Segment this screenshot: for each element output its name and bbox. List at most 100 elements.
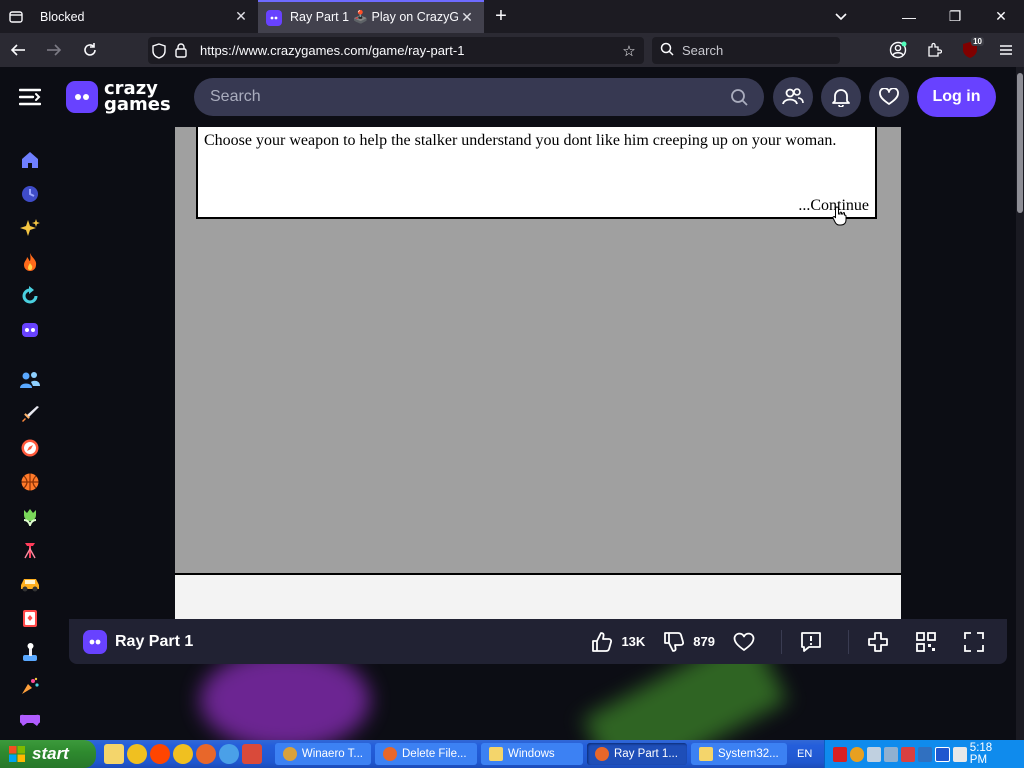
window-controls: — ❐ ✕ xyxy=(886,0,1024,33)
forward-button[interactable] xyxy=(36,33,72,67)
minimize-icon[interactable]: — xyxy=(886,0,932,33)
thumbs-up-icon xyxy=(592,631,613,652)
dislike-button[interactable]: 879 xyxy=(663,631,715,653)
extensions-icon[interactable] xyxy=(916,33,952,67)
account-icon[interactable] xyxy=(880,33,916,67)
sidebar-item-bike[interactable] xyxy=(18,538,42,562)
back-button[interactable] xyxy=(0,33,36,67)
friends-button[interactable] xyxy=(773,77,813,117)
display-icon[interactable] xyxy=(935,746,950,762)
network-icon[interactable] xyxy=(867,746,882,762)
sidebar-toggle-button[interactable] xyxy=(0,87,60,107)
sidebar-item-clicker[interactable] xyxy=(18,640,42,664)
clock[interactable]: 5:18 PM xyxy=(970,742,1010,766)
sidebar-item-recent[interactable] xyxy=(18,182,42,206)
browser-search-field[interactable]: Search xyxy=(652,37,840,64)
toolbar-right: 10 xyxy=(880,33,1024,67)
app-icon[interactable] xyxy=(242,744,262,764)
bookmark-star-icon[interactable]: ☆ xyxy=(614,42,644,60)
sidebar-item-trending[interactable] xyxy=(18,250,42,274)
reload-button[interactable] xyxy=(72,33,108,67)
recent-icon xyxy=(22,186,38,202)
tab-list-icon xyxy=(9,10,23,23)
ublock-icon[interactable]: 10 xyxy=(952,33,988,67)
sidebar-item-card[interactable] xyxy=(18,606,42,630)
sidebar-item-home[interactable] xyxy=(18,148,42,172)
close-tab-icon[interactable]: ✕ xyxy=(458,9,476,26)
sidebar-item-originals[interactable] xyxy=(18,318,42,342)
card-icon xyxy=(23,610,37,627)
divider xyxy=(781,629,782,654)
report-button[interactable] xyxy=(800,631,830,653)
fullscreen-button[interactable] xyxy=(963,631,993,653)
sidebar-item-updated[interactable] xyxy=(18,284,42,308)
app-icon[interactable] xyxy=(901,746,916,762)
search-icon[interactable] xyxy=(850,746,865,762)
sidebar-item-basketball[interactable] xyxy=(18,470,42,494)
lock-icon[interactable] xyxy=(170,43,192,58)
search-icon[interactable] xyxy=(730,88,748,106)
notifications-button[interactable] xyxy=(821,77,861,117)
taskbar-item-system32[interactable]: System32... xyxy=(691,743,787,765)
scrollbar-thumb[interactable] xyxy=(1017,73,1023,213)
page-scrollbar[interactable] xyxy=(1016,67,1024,740)
tab-ray-part-1[interactable]: Ray Part 1 🕹️ Play on CrazyGames ✕ xyxy=(258,0,484,33)
firefox-icon[interactable] xyxy=(196,744,216,764)
taskbar-item-ray-part-1[interactable]: Ray Part 1... xyxy=(587,743,687,765)
url-bar[interactable]: https://www.crazygames.com/game/ray-part… xyxy=(148,37,644,64)
sidebar-item-beauty[interactable] xyxy=(18,504,42,528)
sidebar-item-multiplayer[interactable] xyxy=(18,368,42,392)
language-indicator[interactable]: EN xyxy=(797,748,812,760)
new-tab-button[interactable]: + xyxy=(484,0,518,33)
favorite-game-button[interactable] xyxy=(733,632,763,652)
browser-icon[interactable] xyxy=(219,744,239,764)
sidebar-item-controller[interactable] xyxy=(18,708,42,732)
controls-button[interactable] xyxy=(867,631,897,653)
beauty-tulip-icon xyxy=(23,509,37,526)
close-window-icon[interactable]: ✕ xyxy=(978,0,1024,33)
sidebar-item-action[interactable] xyxy=(18,402,42,426)
chevron-down-icon[interactable] xyxy=(828,0,854,33)
tab-blocked[interactable]: Blocked ✕ xyxy=(32,0,258,33)
security-shield-icon[interactable] xyxy=(833,746,848,762)
qr-code-button[interactable] xyxy=(915,631,945,653)
app-icon[interactable] xyxy=(173,744,193,764)
game-title: Ray Part 1 xyxy=(115,632,194,650)
volume-icon[interactable] xyxy=(952,746,967,762)
task-label: Windows xyxy=(508,748,555,760)
folder-icon xyxy=(699,747,713,761)
app-icon[interactable] xyxy=(127,744,147,764)
car-icon xyxy=(21,579,39,592)
favorites-button[interactable] xyxy=(869,77,909,117)
restore-icon[interactable]: ❐ xyxy=(932,0,978,33)
start-button[interactable]: start xyxy=(0,740,96,768)
login-button[interactable]: Log in xyxy=(917,77,996,117)
url-text[interactable]: https://www.crazygames.com/game/ray-part… xyxy=(200,43,614,58)
menu-icon[interactable] xyxy=(988,33,1024,67)
sidebar-item-adventure[interactable] xyxy=(18,436,42,460)
bike-icon xyxy=(24,543,36,559)
sidebar-item-casual[interactable] xyxy=(18,674,42,698)
site-search-input[interactable]: Search xyxy=(194,78,764,116)
like-count: 13K xyxy=(621,634,646,649)
like-button[interactable]: 13K xyxy=(591,631,645,653)
taskbar-item-delete-file[interactable]: Delete File... xyxy=(375,743,477,765)
explorer-icon[interactable] xyxy=(104,744,124,764)
game-canvas[interactable]: Choose your weapon to help the stalker u… xyxy=(175,127,901,619)
tool-icon[interactable] xyxy=(884,746,899,762)
taskbar-item-winaero[interactable]: Winaero T... xyxy=(275,743,371,765)
reddit-icon[interactable] xyxy=(150,744,170,764)
shield-icon[interactable] xyxy=(148,42,170,59)
close-tab-icon[interactable]: ✕ xyxy=(232,8,250,25)
game-info-bar: Ray Part 1 13K 879 xyxy=(69,619,1007,664)
story-dialog-box: Choose your weapon to help the stalker u… xyxy=(196,127,877,219)
crazygames-logo[interactable]: crazy games xyxy=(66,80,171,114)
grid-icon[interactable] xyxy=(918,746,933,762)
quick-launch xyxy=(104,744,265,764)
reload-icon xyxy=(84,43,96,56)
forward-arrow-icon xyxy=(47,44,62,56)
sidebar-item-new[interactable] xyxy=(18,216,42,240)
sidebar-item-car[interactable] xyxy=(18,572,42,596)
tab-list-button[interactable] xyxy=(0,0,32,33)
taskbar-item-windows[interactable]: Windows xyxy=(481,743,583,765)
